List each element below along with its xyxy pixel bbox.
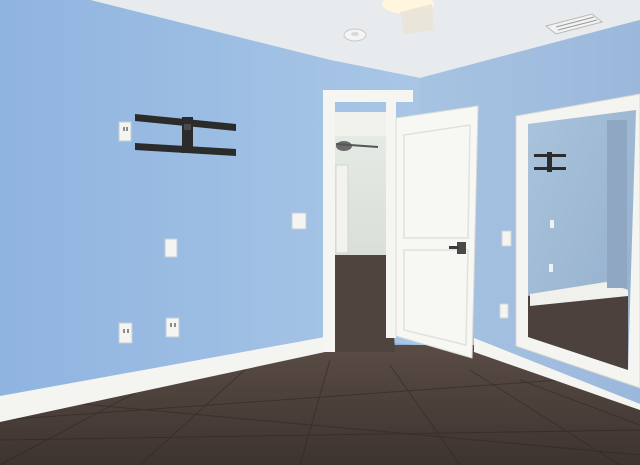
switch-plate-center[interactable] <box>164 238 178 258</box>
hallway-far-door <box>335 164 349 254</box>
hallway-floor <box>330 255 395 352</box>
open-door[interactable] <box>395 105 479 359</box>
room-scene <box>0 0 640 465</box>
switch-plate-right[interactable] <box>291 212 307 230</box>
outlet-lower-center <box>165 317 180 338</box>
outlet-upper-left <box>118 121 132 142</box>
outlet-right <box>499 303 509 319</box>
room-photo <box>0 0 640 465</box>
mirror-closet-door[interactable] <box>515 93 640 389</box>
outlet-lower-left <box>118 322 133 344</box>
light-switch[interactable] <box>501 230 512 247</box>
hallway-ceiling <box>334 112 390 136</box>
smoke-detector-icon <box>343 28 367 42</box>
